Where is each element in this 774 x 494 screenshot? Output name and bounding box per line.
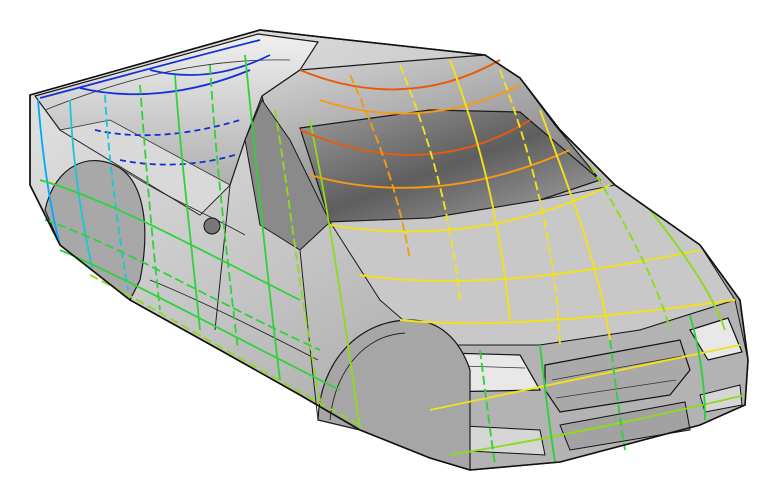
rear-wheel-arch (44, 159, 146, 301)
car-model-render (29, 29, 749, 471)
cad-viewport[interactable] (0, 0, 774, 494)
mirror (203, 217, 221, 235)
